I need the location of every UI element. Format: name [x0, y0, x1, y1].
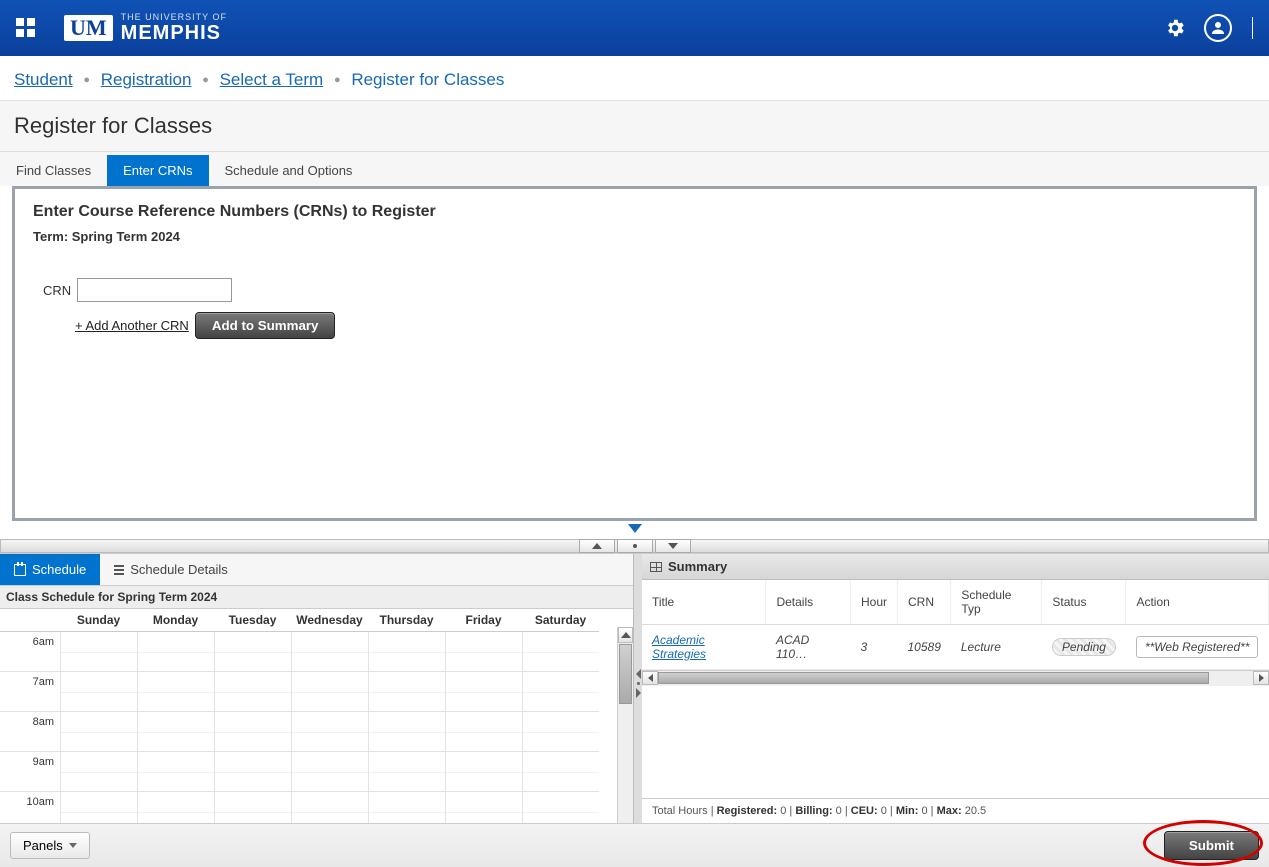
tab-schedule[interactable]: Schedule	[0, 554, 100, 585]
divider	[1252, 17, 1253, 39]
summary-hscroll[interactable]	[642, 670, 1269, 686]
term-value: Spring Term 2024	[72, 229, 180, 244]
scroll-left-icon[interactable]	[642, 671, 658, 685]
crn-input[interactable]	[77, 278, 232, 302]
splitter-reset-button[interactable]	[617, 539, 653, 553]
footer: Panels Submit	[0, 823, 1269, 867]
panels-button[interactable]: Panels	[10, 832, 90, 859]
summary-header: Summary	[642, 554, 1269, 580]
time-label: 6am	[0, 632, 60, 672]
cell-hours: 3	[850, 625, 897, 670]
crumb-student[interactable]: Student	[14, 70, 73, 89]
logo-line1: THE UNIVERSITY OF	[121, 12, 227, 22]
logo-mark: UM	[64, 15, 113, 41]
col-status[interactable]: Status	[1042, 580, 1126, 625]
calendar-grid: Sunday Monday Tuesday Wednesday Thursday…	[0, 609, 633, 823]
tabstrip: Find Classes Enter CRNs Schedule and Opt…	[0, 152, 1269, 186]
page-title: Register for Classes	[0, 101, 1269, 152]
panels-label: Panels	[23, 838, 63, 853]
crumb-registration[interactable]: Registration	[101, 70, 192, 89]
schedule-title: Class Schedule for Spring Term 2024	[0, 586, 633, 609]
splitter-down-button[interactable]	[655, 539, 691, 553]
scroll-right-icon[interactable]	[1253, 671, 1269, 685]
crumb-sep: ●	[83, 74, 90, 86]
col-crn[interactable]: CRN	[898, 580, 951, 625]
day-header: Thursday	[368, 609, 445, 632]
caret-down-icon	[69, 843, 77, 848]
gear-icon[interactable]	[1164, 17, 1186, 39]
action-select[interactable]: **Web Registered**	[1136, 636, 1259, 658]
crn-label: CRN	[43, 283, 71, 298]
day-header: Saturday	[522, 609, 599, 632]
breadcrumb: Student ● Registration ● Select a Term ●…	[0, 56, 1269, 101]
term-label: Term:	[33, 229, 72, 244]
chevron-down-icon[interactable]	[628, 524, 642, 533]
crn-panel: Enter Course Reference Numbers (CRNs) to…	[12, 186, 1257, 521]
crumb-select-term[interactable]: Select a Term	[220, 70, 324, 89]
time-label: 8am	[0, 712, 60, 752]
summary-table: Title Details Hour CRN Schedule Typ Stat…	[642, 580, 1269, 670]
cell-details: ACAD 110…	[766, 625, 851, 670]
panel-splitter[interactable]	[0, 539, 1269, 553]
list-icon	[114, 565, 124, 575]
day-header: Sunday	[60, 609, 137, 632]
user-icon[interactable]	[1204, 14, 1232, 42]
chevron-left-icon[interactable]	[636, 669, 641, 679]
status-badge: Pending	[1052, 638, 1116, 656]
time-label: 10am	[0, 792, 60, 823]
add-another-crn-link[interactable]: + Add Another CRN	[75, 318, 189, 333]
top-bar: UM THE UNIVERSITY OF MEMPHIS	[0, 0, 1269, 56]
vertical-splitter[interactable]	[634, 554, 642, 823]
scroll-up-icon[interactable]	[618, 627, 633, 643]
col-schedule-type[interactable]: Schedule Typ	[951, 580, 1042, 625]
schedule-column: Schedule Schedule Details Class Schedule…	[0, 554, 634, 823]
logo[interactable]: UM THE UNIVERSITY OF MEMPHIS	[64, 12, 227, 45]
crumb-sep: ●	[202, 74, 209, 86]
tab-schedule-details-label: Schedule Details	[130, 562, 228, 577]
tab-schedule-options[interactable]: Schedule and Options	[209, 155, 369, 186]
col-hours[interactable]: Hour	[850, 580, 897, 625]
chevron-right-icon[interactable]	[636, 688, 641, 698]
crn-panel-term: Term: Spring Term 2024	[33, 229, 1236, 244]
tab-schedule-details[interactable]: Schedule Details	[100, 554, 242, 585]
crumb-current: Register for Classes	[351, 70, 504, 89]
bottom-split: Schedule Schedule Details Class Schedule…	[0, 553, 1269, 823]
crumb-sep: ●	[334, 74, 341, 86]
tab-enter-crns[interactable]: Enter CRNs	[107, 155, 208, 186]
cell-type: Lecture	[951, 625, 1042, 670]
table-row[interactable]: Academic Strategies ACAD 110… 3 10589 Le…	[642, 625, 1269, 670]
submit-button[interactable]: Submit	[1164, 831, 1259, 860]
day-header: Tuesday	[214, 609, 291, 632]
time-label: 7am	[0, 672, 60, 712]
collapse-indicator	[0, 521, 1269, 539]
day-header: Monday	[137, 609, 214, 632]
splitter-up-button[interactable]	[579, 539, 615, 553]
crn-panel-title: Enter Course Reference Numbers (CRNs) to…	[33, 203, 1236, 221]
scroll-thumb[interactable]	[658, 672, 1209, 684]
col-action[interactable]: Action	[1126, 580, 1269, 625]
scroll-thumb[interactable]	[619, 644, 632, 704]
schedule-scrollbar[interactable]	[617, 627, 633, 823]
calendar-icon	[14, 564, 26, 576]
totals-bar: Total Hours | Registered: 0 | Billing: 0…	[642, 798, 1269, 823]
col-details[interactable]: Details	[766, 580, 851, 625]
time-label: 9am	[0, 752, 60, 792]
logo-text: THE UNIVERSITY OF MEMPHIS	[121, 12, 227, 45]
logo-line2: MEMPHIS	[121, 22, 227, 45]
course-title-link[interactable]: Academic Strategies	[652, 633, 706, 661]
add-to-summary-button[interactable]: Add to Summary	[195, 312, 336, 339]
apps-icon[interactable]	[16, 18, 36, 38]
table-icon	[650, 562, 662, 572]
crn-row: CRN	[33, 278, 1236, 302]
cell-crn: 10589	[898, 625, 951, 670]
day-header: Friday	[445, 609, 522, 632]
tab-find-classes[interactable]: Find Classes	[0, 155, 107, 186]
col-title[interactable]: Title	[642, 580, 766, 625]
summary-title: Summary	[668, 559, 727, 574]
tab-schedule-label: Schedule	[32, 562, 86, 577]
summary-column: Summary Title Details Hour CRN Schedule …	[642, 554, 1269, 823]
day-header: Wednesday	[291, 609, 368, 632]
